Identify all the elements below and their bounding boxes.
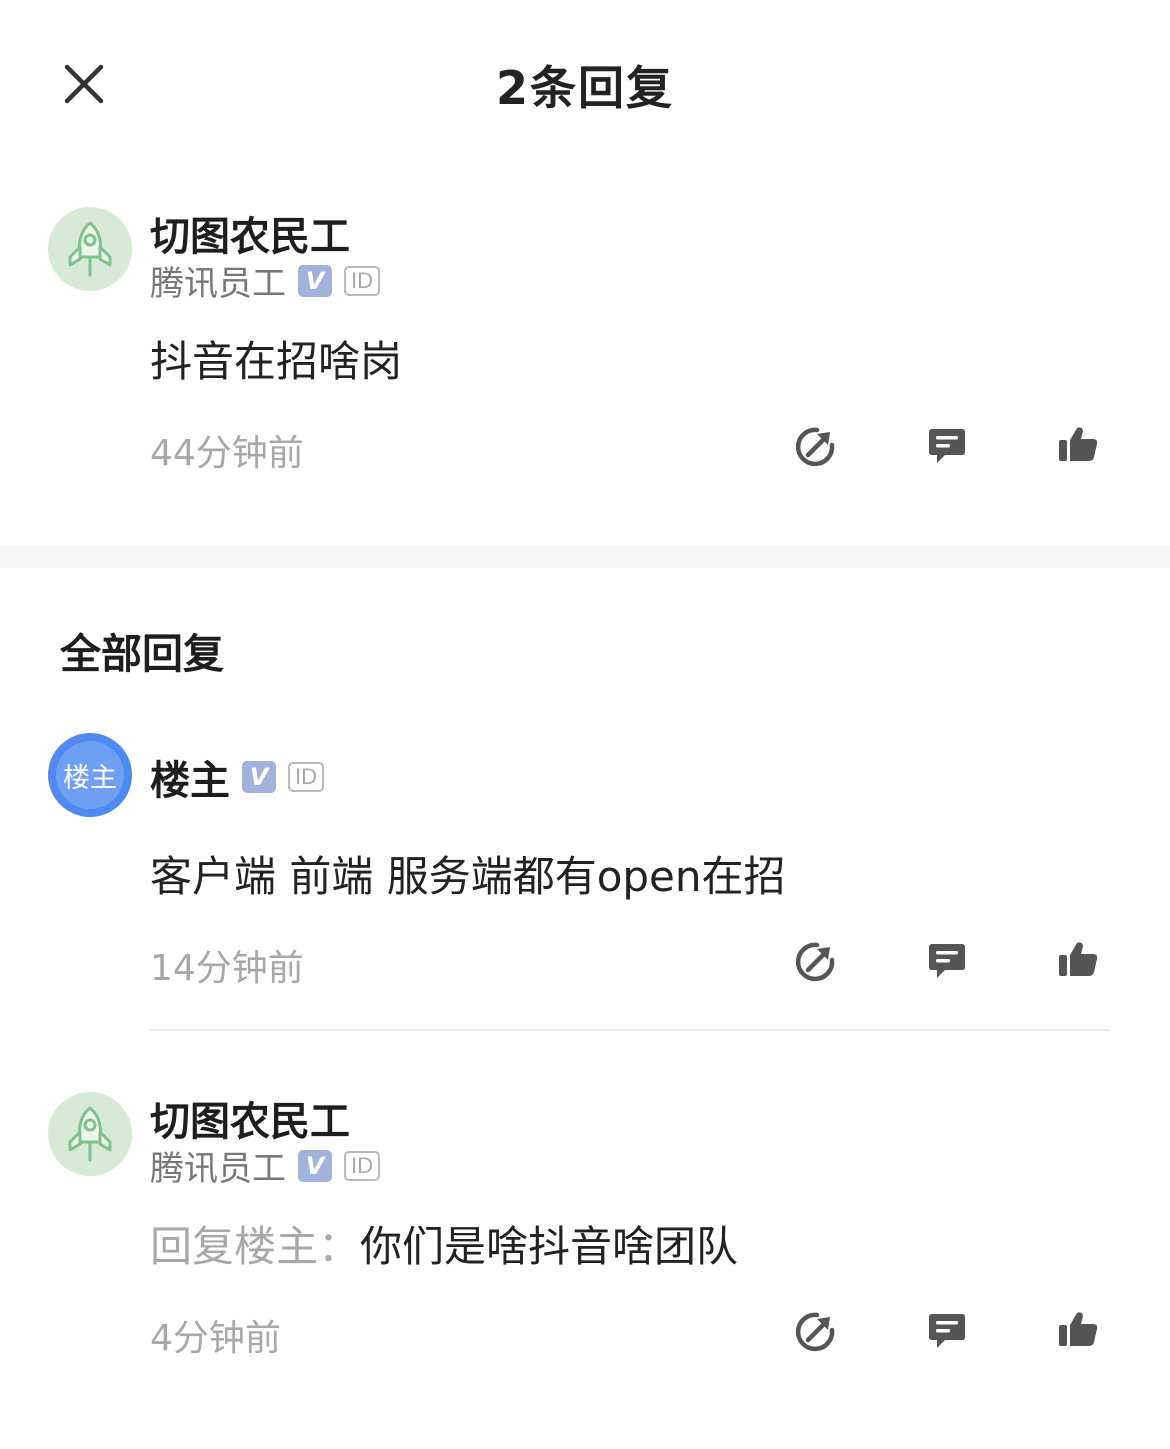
share-button[interactable]	[793, 1310, 837, 1354]
verified-icon: V	[242, 761, 276, 793]
id-badge-icon: ID	[344, 265, 380, 296]
reply-author[interactable]: 切图农民工	[150, 1089, 350, 1147]
comment-time: 44分钟前	[150, 433, 304, 474]
reply-author[interactable]: 楼主	[150, 748, 230, 806]
share-button[interactable]	[793, 940, 837, 984]
thumbs-up-icon	[1059, 942, 1098, 976]
reply-time: 4分钟前	[150, 1318, 281, 1359]
id-badge-icon: ID	[288, 762, 324, 792]
reply-content: 你们是啥抖音啥团队	[360, 1222, 739, 1271]
thumbs-up-icon	[1059, 1312, 1098, 1346]
share-button[interactable]	[793, 425, 837, 469]
author-meta: 腾讯员工 V ID	[150, 1141, 380, 1190]
share-icon	[795, 942, 835, 982]
reply-to-label[interactable]: 回复楼主：	[150, 1222, 360, 1271]
author-meta: 腾讯员工 V ID	[150, 256, 380, 305]
comment-author[interactable]: 切图农民工	[150, 204, 350, 262]
verified-icon: V	[298, 1149, 332, 1182]
comment-icon	[929, 944, 965, 978]
id-badge-icon: ID	[344, 1150, 380, 1181]
author-subtitle: 腾讯员工	[150, 264, 286, 304]
verified-icon: V	[298, 264, 332, 297]
comment-button[interactable]	[925, 940, 969, 984]
avatar[interactable]	[48, 1092, 132, 1176]
page-title: 2条回复	[495, 61, 674, 115]
avatar[interactable]	[48, 207, 132, 291]
comment-icon	[929, 1314, 965, 1348]
section-title: 全部回复	[60, 630, 224, 678]
reply-divider	[150, 1029, 1110, 1031]
author-subtitle: 腾讯员工	[150, 1149, 286, 1189]
comment-icon	[929, 429, 965, 463]
reply-author-row: 楼主 V ID	[150, 748, 324, 806]
reply-sheet: 2条回复 切图农民工 腾讯员工 V ID 抖音在招啥岗 44分钟前 全部回复 楼…	[0, 0, 1170, 1449]
like-button[interactable]	[1056, 938, 1100, 982]
like-button[interactable]	[1056, 423, 1100, 467]
avatar[interactable]: 楼主	[48, 733, 132, 817]
rocket-icon	[68, 1106, 112, 1162]
rocket-icon	[68, 221, 112, 277]
reply-content-row: 回复楼主：你们是啥抖音啥团队	[150, 1213, 738, 1274]
reply-time: 14分钟前	[150, 948, 304, 989]
share-icon	[795, 1312, 835, 1352]
section-separator	[0, 546, 1170, 568]
thumbs-up-icon	[1059, 427, 1098, 461]
comment-button[interactable]	[925, 1310, 969, 1354]
reply-content: 客户端 前端 服务端都有open在招	[150, 852, 786, 901]
share-icon	[795, 427, 835, 467]
comment-content: 抖音在招啥岗	[150, 337, 403, 386]
comment-button[interactable]	[925, 425, 969, 469]
like-button[interactable]	[1056, 1308, 1100, 1352]
avatar-label: 楼主	[63, 762, 117, 794]
